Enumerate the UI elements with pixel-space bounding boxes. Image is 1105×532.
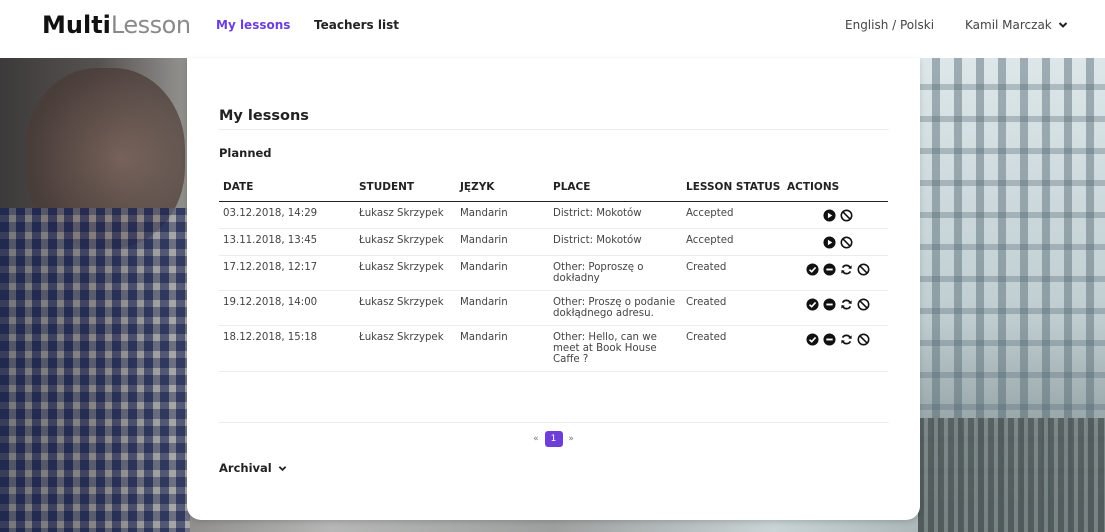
row-action-buttons <box>787 332 888 346</box>
archival-toggle[interactable]: Archival <box>219 461 287 475</box>
logo[interactable]: MultiLesson <box>42 10 191 40</box>
cell-place: Other: Proszę o podanie dokłądnego adres… <box>549 290 682 326</box>
row-action-buttons <box>787 208 888 222</box>
cell-date: 17.12.2018, 12:17 <box>219 255 355 291</box>
cell-student: Łukasz Skrzypek <box>355 201 456 229</box>
column-header-language: JĘZYK <box>456 173 549 202</box>
refresh-icon[interactable] <box>840 333 853 346</box>
minus-circle-icon[interactable] <box>822 332 836 346</box>
cell-language: Mandarin <box>456 325 549 372</box>
table-row: 03.12.2018, 14:29 Łukasz Skrzypek Mandarin… <box>219 201 888 229</box>
cell-student: Łukasz Skrzypek <box>355 255 456 291</box>
section-archival-title: Archival <box>219 461 272 475</box>
table-row: 13.11.2018, 13:45 Łukasz Skrzypek Mandarin… <box>219 228 888 256</box>
cell-actions <box>783 290 888 326</box>
table-row: 18.12.2018, 15:18 Łukasz Skrzypek Mandarin… <box>219 325 888 372</box>
user-name: Kamil Marczak <box>965 18 1052 32</box>
lessons-card: My lessons Planned DATE STUDENT JĘZYK PL… <box>187 58 920 520</box>
nav-my-lessons[interactable]: My lessons <box>216 18 290 32</box>
column-header-lesson-status: LESSON STATUS <box>682 173 783 202</box>
cell-actions <box>783 201 888 229</box>
cell-language: Mandarin <box>456 201 549 229</box>
cell-lesson-status: Created <box>682 325 783 372</box>
cell-student: Łukasz Skrzypek <box>355 325 456 372</box>
minus-circle-icon[interactable] <box>822 262 836 276</box>
chevron-down-icon <box>1058 22 1067 28</box>
minus-circle-icon[interactable] <box>822 297 836 311</box>
cell-place: District: Mokotów <box>549 228 682 256</box>
refresh-icon[interactable] <box>840 263 853 276</box>
section-planned-title: Planned <box>219 146 272 160</box>
cell-language: Mandarin <box>456 228 549 256</box>
table-header-row: DATE STUDENT JĘZYK PLACE LESSON STATUS A… <box>219 173 888 202</box>
cell-place: District: Mokotów <box>549 201 682 229</box>
cell-date: 03.12.2018, 14:29 <box>219 201 355 229</box>
lessons-table: DATE STUDENT JĘZYK PLACE LESSON STATUS A… <box>219 173 888 372</box>
cell-student: Łukasz Skrzypek <box>355 228 456 256</box>
check-circle-icon[interactable] <box>805 297 819 311</box>
background-street <box>918 418 1105 532</box>
cell-actions <box>783 228 888 256</box>
refresh-icon[interactable] <box>840 298 853 311</box>
title-divider <box>219 129 889 130</box>
check-circle-icon[interactable] <box>805 262 819 276</box>
ban-icon[interactable] <box>857 333 870 346</box>
pagination-page-current[interactable]: 1 <box>544 431 563 447</box>
cell-lesson-status: Created <box>682 290 783 326</box>
play-circle-icon[interactable] <box>822 208 836 222</box>
play-circle-icon[interactable] <box>822 235 836 249</box>
table-row: 19.12.2018, 14:00 Łukasz Skrzypek Mandarin… <box>219 290 888 326</box>
top-navigation-bar: MultiLesson My lessons Teachers list Eng… <box>0 0 1105 58</box>
cell-student: Łukasz Skrzypek <box>355 290 456 326</box>
cell-lesson-status: Created <box>682 255 783 291</box>
cell-language: Mandarin <box>456 290 549 326</box>
pagination-divider <box>219 422 889 423</box>
cell-language: Mandarin <box>456 255 549 291</box>
cell-actions <box>783 255 888 291</box>
cell-place: Other: Poproszę o dokładny <box>549 255 682 291</box>
page-title: My lessons <box>219 108 309 124</box>
cell-date: 18.12.2018, 15:18 <box>219 325 355 372</box>
table-row: 17.12.2018, 12:17 Łukasz Skrzypek Mandarin… <box>219 255 888 291</box>
logo-bold-text: Multi <box>42 11 111 39</box>
chevron-down-icon <box>278 466 287 472</box>
logo-light-text: Lesson <box>110 11 191 39</box>
row-action-buttons <box>787 262 888 276</box>
pagination-prev[interactable]: « <box>533 434 539 444</box>
pagination-next[interactable]: » <box>568 434 574 444</box>
column-header-actions: ACTIONS <box>783 173 888 202</box>
cell-date: 13.11.2018, 13:45 <box>219 228 355 256</box>
cell-actions <box>783 325 888 372</box>
user-menu[interactable]: Kamil Marczak <box>965 18 1068 32</box>
pagination: « 1 » <box>187 431 920 447</box>
column-header-place: PLACE <box>549 173 682 202</box>
row-action-buttons <box>787 297 888 311</box>
cell-lesson-status: Accepted <box>682 201 783 229</box>
column-header-student: STUDENT <box>355 173 456 202</box>
background-plaid-shirt <box>0 208 190 532</box>
ban-icon[interactable] <box>840 209 853 222</box>
check-circle-icon[interactable] <box>805 332 819 346</box>
column-header-date: DATE <box>219 173 355 202</box>
cell-lesson-status: Accepted <box>682 228 783 256</box>
row-action-buttons <box>787 235 888 249</box>
ban-icon[interactable] <box>857 298 870 311</box>
language-switcher[interactable]: English / Polski <box>845 18 934 32</box>
cell-date: 19.12.2018, 14:00 <box>219 290 355 326</box>
nav-teachers-list[interactable]: Teachers list <box>314 18 399 32</box>
cell-place: Other: Hello, can we meet at Book House … <box>549 325 682 372</box>
ban-icon[interactable] <box>840 236 853 249</box>
ban-icon[interactable] <box>857 263 870 276</box>
